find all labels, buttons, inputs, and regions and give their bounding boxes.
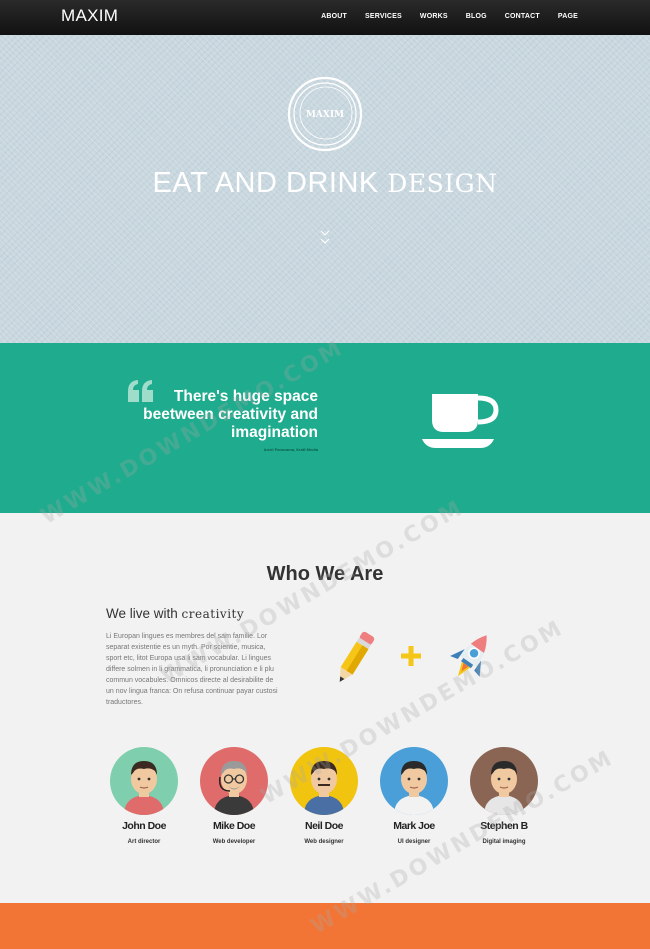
hero-title-accent: DESIGN bbox=[387, 169, 498, 198]
plus-icon bbox=[401, 646, 421, 666]
team-member-name: Neil Doe bbox=[304, 820, 344, 832]
nav-link-about[interactable]: ABOUT bbox=[321, 13, 347, 20]
team-member-name: Mark Joe bbox=[393, 820, 435, 832]
scroll-down-chevron-icon[interactable] bbox=[318, 228, 332, 248]
avatar bbox=[380, 747, 448, 815]
person-icon bbox=[214, 761, 254, 815]
nav-link-contact[interactable]: CONTACT bbox=[505, 13, 540, 20]
hero-section: MAXIM EAT AND DRINK DESIGN bbox=[0, 35, 650, 343]
nav-link-services[interactable]: SERVICES bbox=[365, 13, 402, 20]
top-navbar: MAXIM ABOUT SERVICES WORKS BLOG CONTACT … bbox=[0, 0, 650, 35]
pencil-icon bbox=[339, 631, 375, 682]
team-member-role: Web designer bbox=[304, 839, 344, 845]
team-member-role: Web developer bbox=[212, 839, 256, 845]
who-subtitle-lead: We live with bbox=[106, 606, 178, 621]
who-subtitle-accent: creativity bbox=[181, 607, 245, 621]
main-menu: ABOUT SERVICES WORKS BLOG CONTACT PAGE bbox=[321, 13, 578, 20]
team-member-role: Art director bbox=[127, 839, 161, 845]
site-logo[interactable]: MAXIM bbox=[61, 6, 118, 26]
who-subtitle: We live with creativity bbox=[106, 606, 244, 621]
hero-badge-text: MAXIM bbox=[306, 110, 344, 120]
coffee-cup-icon bbox=[422, 394, 499, 448]
hero-title-main: EAT AND DRINK bbox=[152, 167, 379, 199]
hero-badge-logo: MAXIM bbox=[287, 76, 363, 152]
quote-author: Anvil Panorama, Kraft Media bbox=[263, 447, 318, 452]
person-icon bbox=[124, 761, 164, 815]
person-icon bbox=[394, 761, 434, 815]
team-member[interactable]: Mark Joe UI designer bbox=[380, 747, 448, 845]
team-member[interactable]: Mike Doe Web developer bbox=[200, 747, 268, 845]
team-member[interactable]: John Doe Art director bbox=[110, 747, 178, 845]
hero-title: EAT AND DRINK DESIGN bbox=[0, 167, 650, 200]
nav-link-page[interactable]: PAGE bbox=[558, 13, 578, 20]
nav-link-works[interactable]: WORKS bbox=[420, 13, 448, 20]
nav-link-blog[interactable]: BLOG bbox=[466, 13, 487, 20]
team-member-name: Mike Doe bbox=[212, 820, 256, 832]
avatar bbox=[110, 747, 178, 815]
team-member-name: John Doe bbox=[122, 820, 166, 832]
avatar bbox=[200, 747, 268, 815]
